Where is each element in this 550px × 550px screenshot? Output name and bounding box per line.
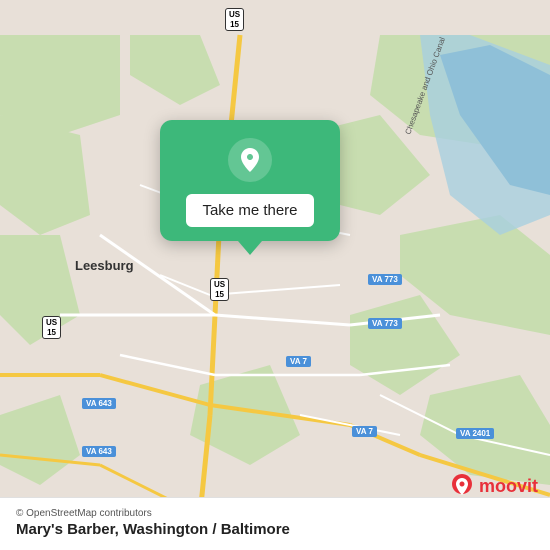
- location-pin-icon: [228, 138, 272, 182]
- badge-va643-2: VA 643: [82, 446, 116, 457]
- moovit-icon: [448, 472, 476, 500]
- bottom-bar: © OpenStreetMap contributors Mary's Barb…: [0, 497, 550, 550]
- badge-us15-bottom: US15: [42, 316, 61, 339]
- moovit-label: moovit: [479, 476, 538, 497]
- badge-va643: VA 643: [82, 398, 116, 409]
- badge-va7-2: VA 7: [352, 426, 377, 437]
- moovit-logo: moovit: [448, 472, 538, 500]
- badge-va7: VA 7: [286, 356, 311, 367]
- attribution-text: © OpenStreetMap contributors: [16, 508, 534, 519]
- badge-va773-2: VA 773: [368, 318, 402, 329]
- badge-va2401: VA 2401: [456, 428, 494, 439]
- take-me-there-button[interactable]: Take me there: [186, 194, 313, 227]
- map-container: Leesburg Chesapeake and Ohio Canal US15 …: [0, 0, 550, 550]
- badge-us15-top: US15: [225, 8, 244, 31]
- badge-us15-mid: US15: [210, 278, 229, 301]
- popup-card: Take me there: [160, 120, 340, 241]
- location-title: Mary's Barber, Washington / Baltimore: [16, 521, 534, 538]
- svg-text:Leesburg: Leesburg: [75, 258, 134, 273]
- badge-va773-1: VA 773: [368, 274, 402, 285]
- map-svg: Leesburg Chesapeake and Ohio Canal: [0, 0, 550, 550]
